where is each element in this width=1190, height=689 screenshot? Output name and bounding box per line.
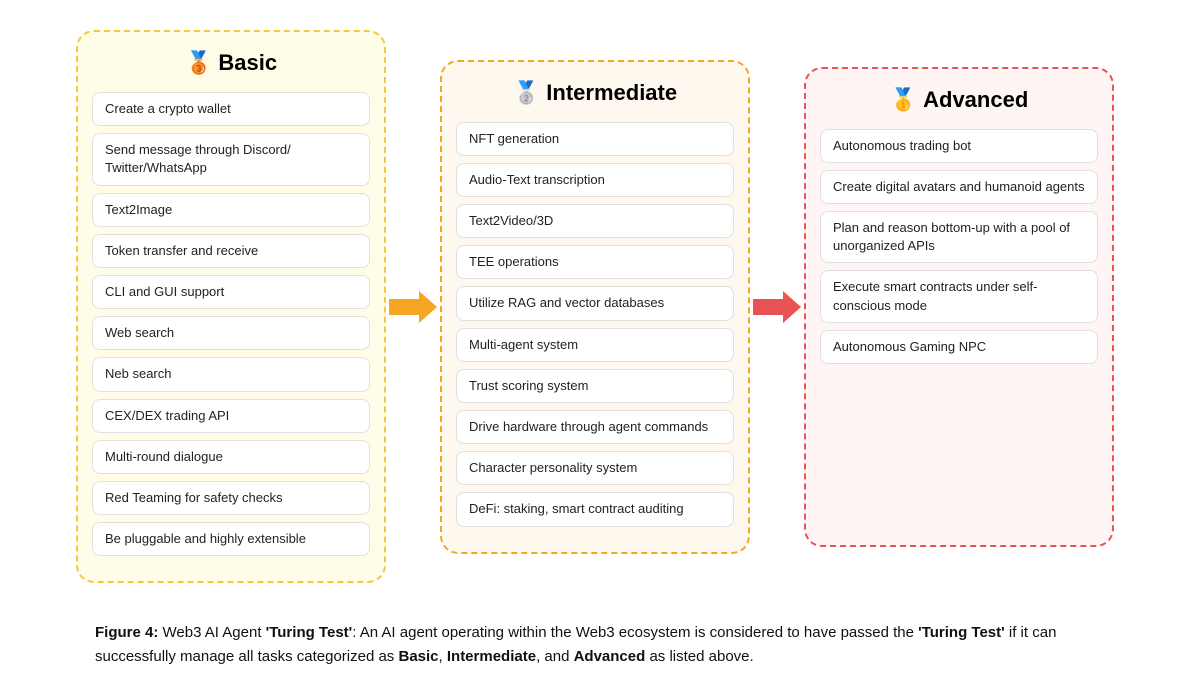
list-item: NFT generation [456,122,734,156]
list-item: TEE operations [456,245,734,279]
list-item: DeFi: staking, smart contract auditing [456,492,734,526]
list-item: Create a crypto wallet [92,92,370,126]
list-item: Autonomous trading bot [820,129,1098,163]
intermediate-medal: 🥈 [513,80,540,106]
list-item: Utilize RAG and vector databases [456,286,734,320]
list-item: Multi-agent system [456,328,734,362]
caption-text: Web3 AI Agent 'Turing Test': An AI agent… [95,624,1056,665]
list-item: Drive hardware through agent commands [456,410,734,444]
list-item: Text2Video/3D [456,204,734,238]
basic-column: 🥉 Basic Create a crypto wallet Send messa… [76,30,386,583]
advanced-column: 🥇 Advanced Autonomous trading bot Create … [804,67,1114,547]
list-item: Character personality system [456,451,734,485]
advanced-medal: 🥇 [890,87,917,113]
list-item: Be pluggable and highly extensible [92,522,370,556]
list-item: Web search [92,316,370,350]
list-item: Token transfer and receive [92,234,370,268]
list-item: Create digital avatars and humanoid agen… [820,170,1098,204]
figure-label: Figure 4: [95,624,158,641]
list-item: Neb search [92,357,370,391]
intermediate-title: 🥈 Intermediate [513,80,677,106]
list-item: Text2Image [92,193,370,227]
advanced-title: 🥇 Advanced [890,87,1029,113]
list-item: Red Teaming for safety checks [92,481,370,515]
list-item: Execute smart contracts under self-consc… [820,270,1098,322]
list-item: Trust scoring system [456,369,734,403]
arrow-basic-to-intermediate [386,289,440,325]
diagram: 🥉 Basic Create a crypto wallet Send messa… [40,30,1150,583]
basic-medal: 🥉 [185,50,212,76]
list-item: CEX/DEX trading API [92,399,370,433]
list-item: Autonomous Gaming NPC [820,330,1098,364]
basic-title: 🥉 Basic [185,50,277,76]
list-item: CLI and GUI support [92,275,370,309]
intermediate-column: 🥈 Intermediate NFT generation Audio-Text … [440,60,750,554]
arrow-intermediate-to-advanced [750,289,804,325]
figure-caption: Figure 4: Web3 AI Agent 'Turing Test': A… [95,621,1095,669]
list-item: Plan and reason bottom-up with a pool of… [820,211,1098,263]
list-item: Multi-round dialogue [92,440,370,474]
list-item: Audio-Text transcription [456,163,734,197]
list-item: Send message through Discord/ Twitter/Wh… [92,133,370,185]
